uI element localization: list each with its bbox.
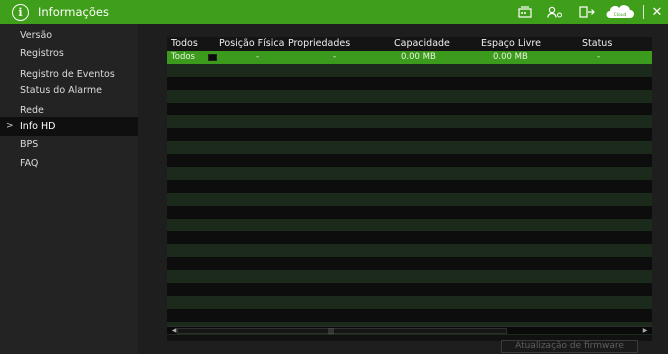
table-row-empty [167,244,652,258]
sidebar-item-label: Versão [20,30,53,41]
title-wrap: i Informações [12,3,109,21]
table-row-empty [167,141,652,155]
firmware-update-button[interactable]: Atualização de firmware [501,340,638,353]
main-panel: Todos Posição Física Propriedades Capaci… [138,24,668,354]
title-bar-icons: Cloud ✕ [511,0,668,24]
sidebar-item-label: Registro de Eventos [20,69,115,80]
sidebar-item-label: BPS [20,139,39,150]
grip-icon: ||| [328,328,335,335]
cloud-label: Cloud [614,12,627,18]
hdd-icon[interactable] [511,0,539,24]
cell-todos: Todos [171,52,195,62]
cell-capacidade: 0.00 MB [401,52,436,62]
sidebar-item-label: Status do Alarme [20,85,102,96]
table-row-empty [167,192,652,206]
table-row-empty [167,218,652,232]
close-icon[interactable]: ✕ [650,0,664,24]
table-row-empty [167,205,652,219]
page-title: Informações [38,5,109,19]
table-row-empty [167,308,652,322]
chevron-right-icon: > [6,121,14,131]
sidebar-item-label: Registros [20,48,64,59]
cell-status: - [597,52,601,62]
user-icon[interactable] [539,0,571,24]
table-row-empty [167,76,652,90]
column-header-espaco-livre[interactable]: Espaço Livre [481,37,541,51]
cloud-icon[interactable]: Cloud [603,0,637,24]
column-header-posicao-fisica[interactable]: Posição Física [219,37,284,51]
hd-info-table: Todos Posição Física Propriedades Capaci… [167,37,652,341]
table-row-empty [167,295,652,309]
sidebar-item-status-do-alarme[interactable]: Status do Alarme [0,81,138,100]
sidebar-item-bps[interactable]: BPS [0,135,138,154]
info-icon: i [12,3,29,21]
column-header-status[interactable]: Status [582,37,612,51]
scrollbar-thumb[interactable]: ||| [177,328,507,335]
table-row-empty [167,167,652,180]
table-row-empty [167,128,652,142]
title-bar-divider [643,5,644,19]
scroll-right-icon[interactable]: ▶ [641,327,649,335]
table-row-empty [167,283,652,296]
table-row[interactable]: Todos - - 0.00 MB 0.00 MB - [167,51,652,64]
cell-propriedades: - [333,52,337,62]
table-row-empty [167,270,652,284]
sidebar-item-label: FAQ [20,158,39,169]
title-bar: i Informações Cloud ✕ [0,0,668,24]
table-row-empty [167,231,652,245]
table-row-empty [167,102,652,116]
column-header-todos[interactable]: Todos [171,37,198,51]
table-row-empty [167,154,652,168]
column-header-propriedades[interactable]: Propriedades [288,37,350,51]
sidebar-item-faq[interactable]: FAQ [0,154,138,173]
table-body: Todos - - 0.00 MB 0.00 MB - [167,51,652,335]
cell-espaco-livre: 0.00 MB [493,52,528,62]
sidebar-item-label: Info HD [20,121,56,132]
sidebar: Versão Registros Registro de Eventos Sta… [0,24,138,354]
row-checkbox[interactable] [208,54,217,61]
table-row-empty [167,257,652,271]
sidebar-item-registros[interactable]: Registros [0,44,138,63]
table-row-empty [167,115,652,129]
table-row-empty [167,179,652,193]
sidebar-item-versao[interactable]: Versão [0,26,138,45]
horizontal-scrollbar[interactable]: ◀ ||| ▶ [167,326,652,335]
cell-posicao-fisica: - [256,52,260,62]
column-header-capacidade[interactable]: Capacidade [394,37,450,51]
table-header: Todos Posição Física Propriedades Capaci… [167,37,652,51]
table-row-empty [167,89,652,103]
sidebar-item-info-hd[interactable]: > Info HD [0,117,138,136]
logout-icon[interactable] [571,0,603,24]
table-row-empty [167,63,652,77]
sidebar-item-label: Rede [20,105,44,116]
